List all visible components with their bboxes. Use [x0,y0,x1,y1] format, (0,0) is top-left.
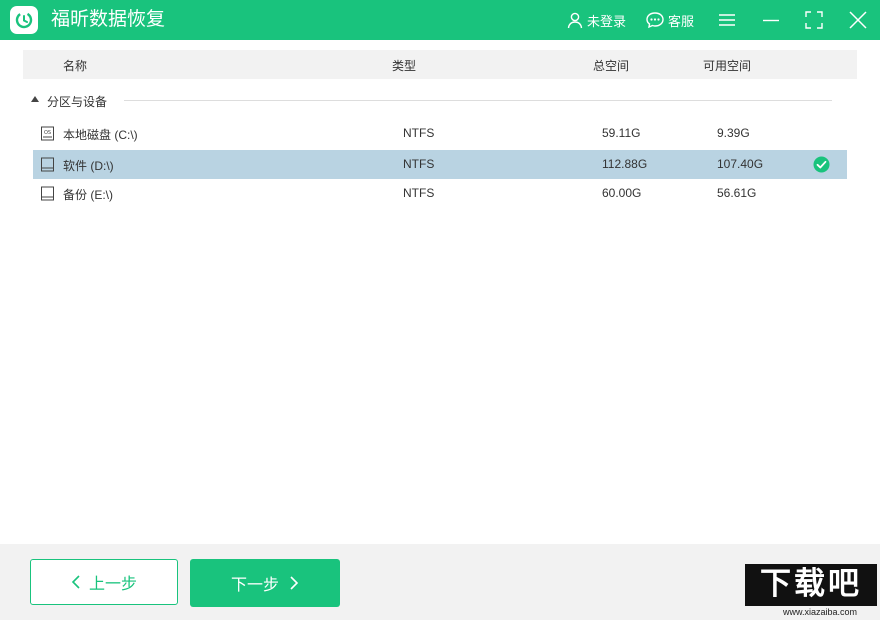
minimize-icon [763,19,779,22]
drive-free: 56.61G [717,186,757,200]
column-header-name[interactable]: 名称 [63,57,87,74]
next-step-label: 下一步 [230,577,279,594]
drive-name: 本地磁盘 (C:\) [63,128,138,142]
minimize-button[interactable] [761,10,781,30]
watermark-url: www.xiazaiba.com [782,607,858,617]
partition-group-header[interactable]: 分区与设备 [30,92,832,110]
drive-total: 112.88G [602,157,648,171]
close-icon [849,11,867,29]
drive-free: 9.39G [717,126,750,140]
drive-icon [41,186,54,201]
group-label: 分区与设备 [47,95,108,109]
drive-row-d[interactable]: 软件 (D:\) NTFS 112.88G 107.40G [33,150,847,179]
drive-row-c[interactable]: OS 本地磁盘 (C:\) NTFS 59.11G 9.39G [33,119,847,148]
chat-icon [646,12,664,29]
drive-total: 59.11G [602,126,641,140]
drive-icon [41,157,54,172]
drive-type: NTFS [403,186,435,200]
watermark-logo: 下载吧 [745,564,877,606]
group-divider [124,100,832,101]
title-bar: 福昕数据恢复 未登录 客服 [0,0,880,40]
app-title: 福昕数据恢复 [51,9,166,30]
drive-type: NTFS [403,126,435,140]
chevron-left-icon [71,575,80,589]
user-icon [567,12,583,29]
fullscreen-button[interactable] [804,10,824,30]
watermark-logo-text: 下载吧 [760,566,862,601]
next-step-button[interactable]: 下一步 [190,559,340,607]
app-logo-icon [10,6,38,34]
drive-name: 备份 (E:\) [63,188,113,202]
column-header-total[interactable]: 总空间 [593,57,629,74]
drive-name: 软件 (D:\) [63,159,114,173]
drive-total: 60.00G [602,186,642,200]
svg-text:OS: OS [44,130,51,136]
collapse-triangle-icon[interactable] [31,96,39,102]
login-button[interactable]: 未登录 [566,10,626,30]
selected-check-icon [813,156,830,173]
drive-type: NTFS [403,157,435,171]
customer-service-button[interactable]: 客服 [645,10,694,30]
chevron-right-icon [290,576,299,590]
close-button[interactable] [848,10,868,30]
customer-service-label: 客服 [668,13,695,29]
fullscreen-icon [805,11,823,29]
menu-button[interactable] [717,10,737,30]
table-header: 名称 类型 总空间 可用空间 [23,50,857,79]
drive-row-e[interactable]: 备份 (E:\) NTFS 60.00G 56.61G [33,179,847,208]
previous-step-button[interactable]: 上一步 [30,559,178,605]
previous-step-label: 上一步 [88,576,137,593]
drive-free: 107.40G [717,157,764,171]
os-drive-icon: OS [41,126,54,141]
column-header-type[interactable]: 类型 [392,57,416,74]
login-label: 未登录 [587,13,627,29]
menu-icon [719,14,735,26]
column-header-free[interactable]: 可用空间 [703,57,751,74]
